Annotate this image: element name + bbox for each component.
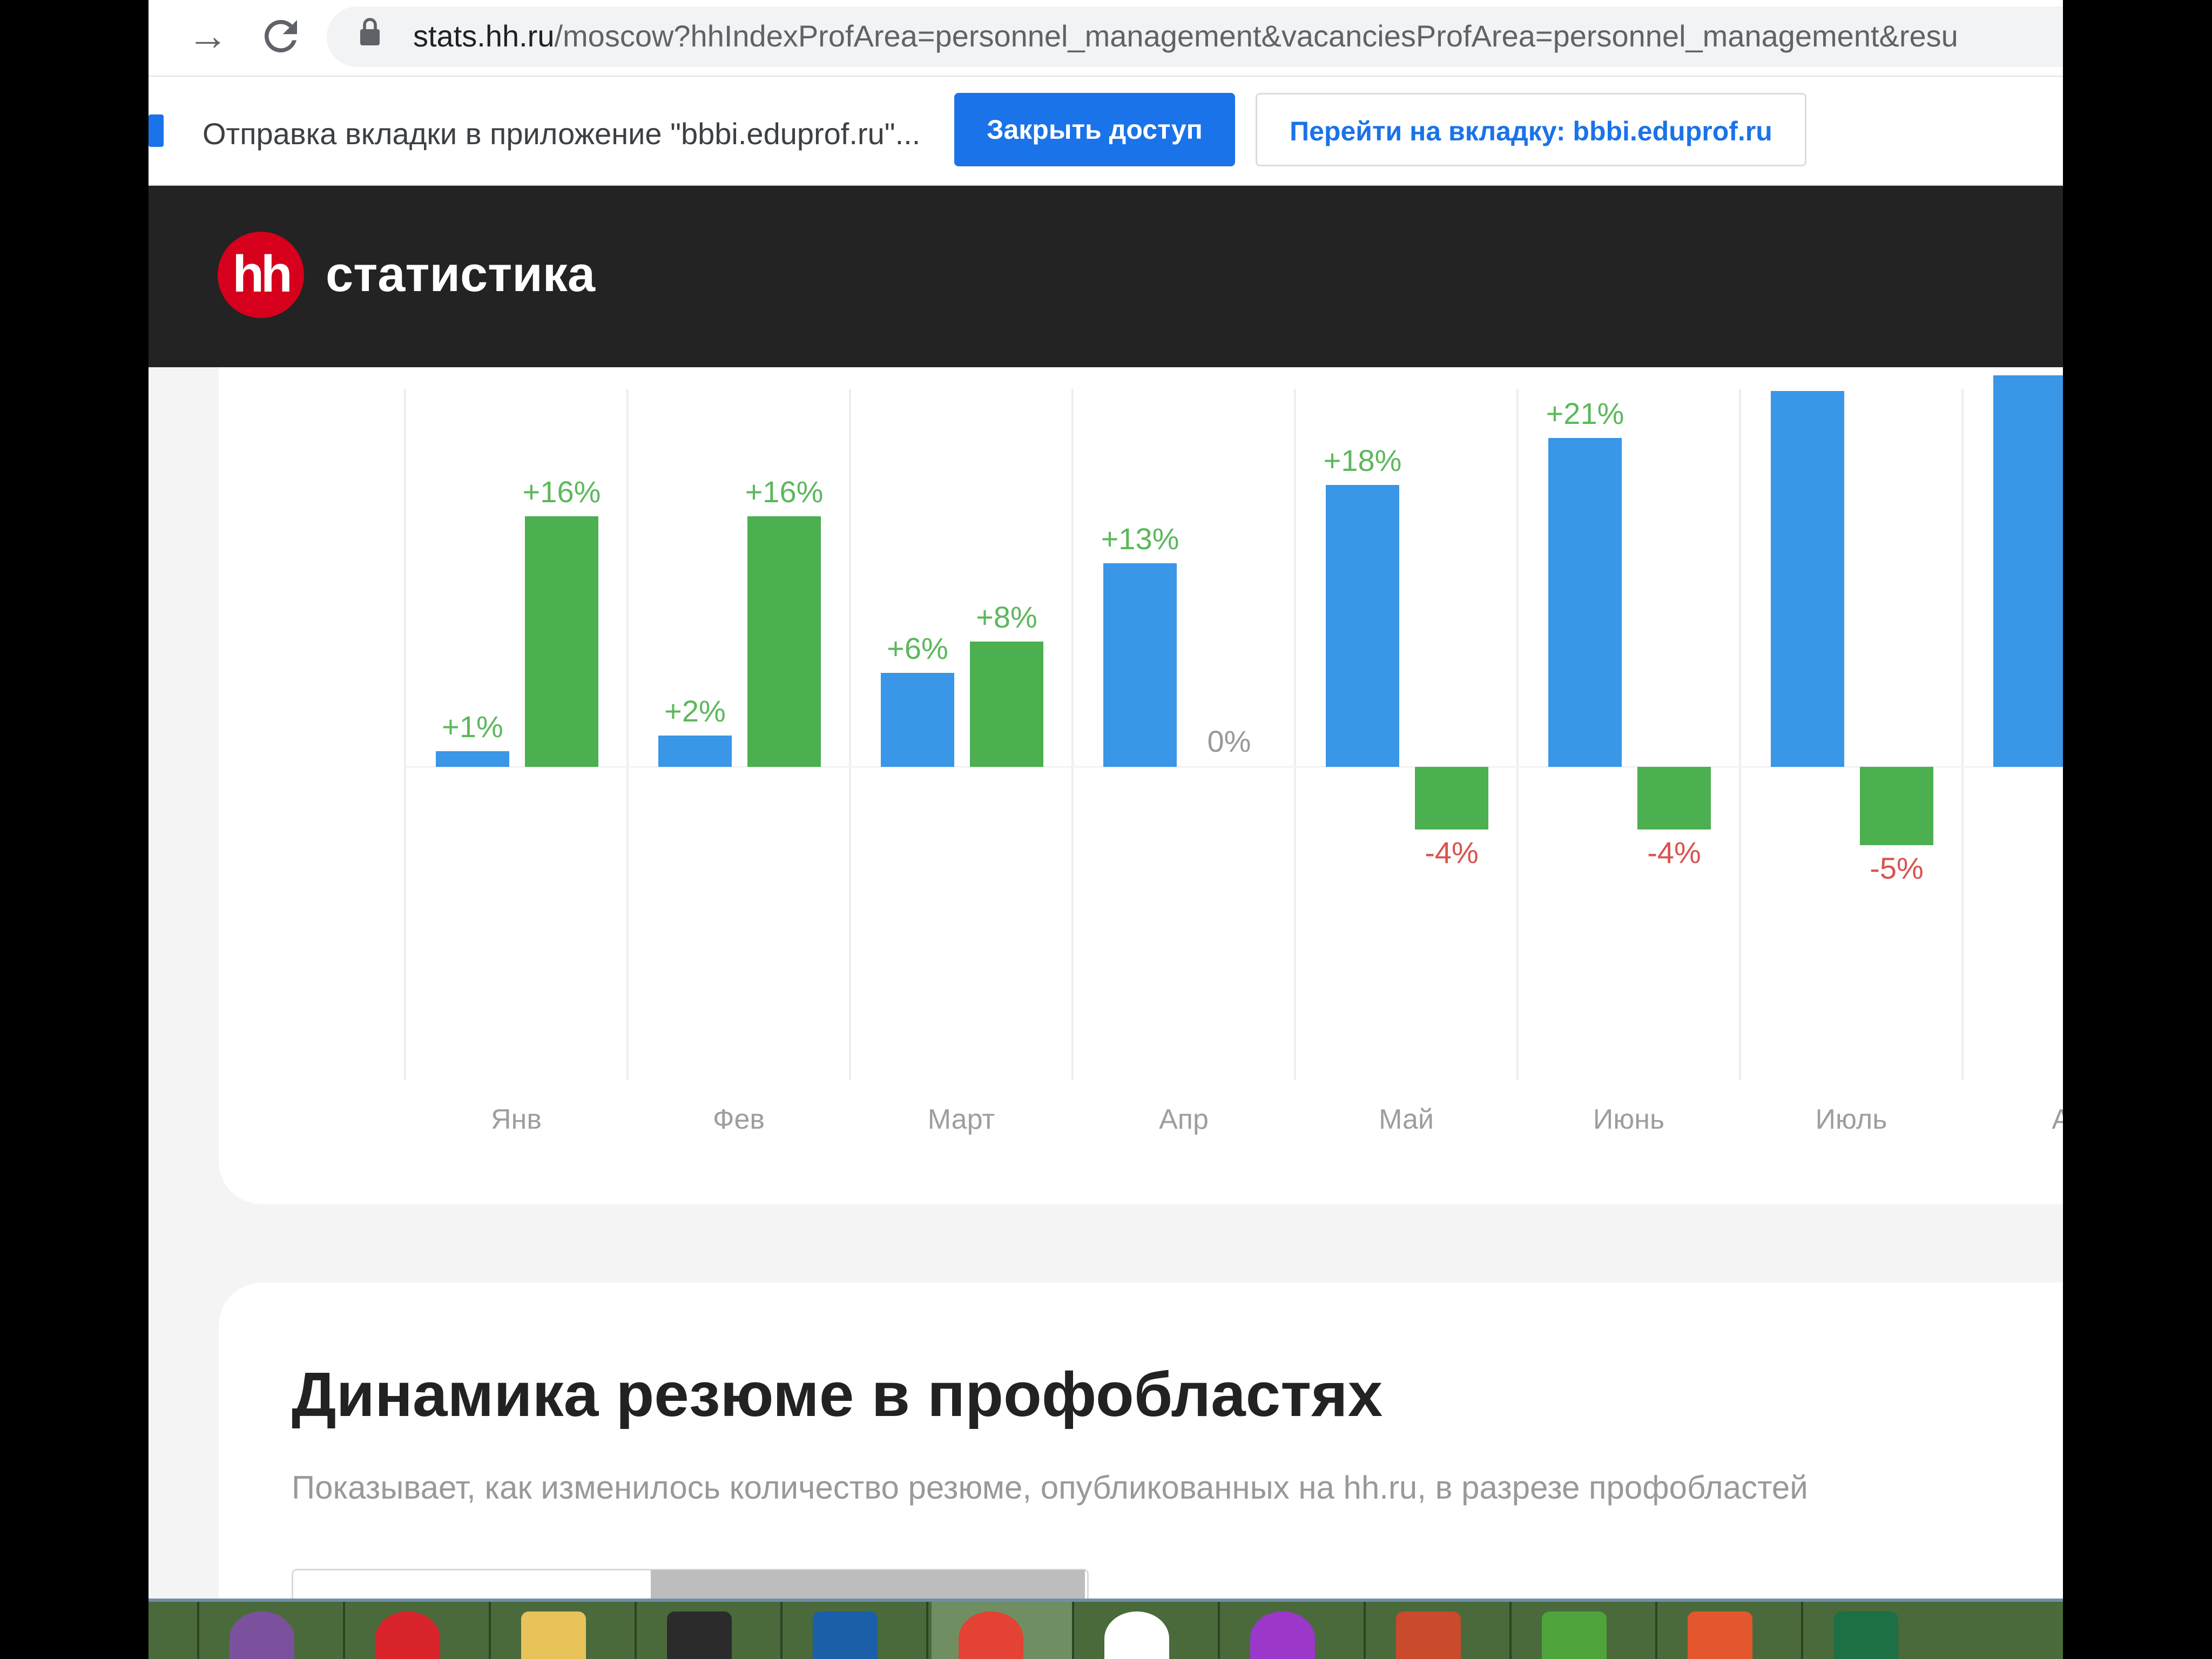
data-label: +16% xyxy=(745,475,824,509)
excel-icon[interactable] xyxy=(1833,1611,1898,1659)
bar xyxy=(1860,767,1933,845)
data-label: +18% xyxy=(1324,443,1402,477)
bar xyxy=(970,642,1043,767)
x-tick-label: Янв xyxy=(491,1104,542,1135)
x-tick-label: Май xyxy=(1379,1104,1434,1135)
x-tick-label: Фев xyxy=(713,1104,765,1135)
x-tick-label: Авг xyxy=(2052,1104,2063,1135)
reload-icon[interactable] xyxy=(257,12,305,60)
taskbar-separator xyxy=(489,1602,491,1659)
x-tick-label: Июль xyxy=(1816,1104,1887,1135)
data-label: 0% xyxy=(1208,724,1251,758)
bar xyxy=(881,673,954,767)
forward-arrow-icon[interactable]: → xyxy=(184,12,232,60)
data-label: +13% xyxy=(1101,522,1179,556)
powerpoint-icon[interactable] xyxy=(1396,1611,1461,1659)
taskbar-separator xyxy=(1801,1602,1803,1659)
screen-right-border xyxy=(2063,0,2212,1659)
bar xyxy=(1415,767,1488,830)
taskbar-separator xyxy=(1655,1602,1657,1659)
url-path: /moscow?hhIndexProfArea=personnel_manage… xyxy=(554,19,1958,53)
taskbar-separator xyxy=(635,1602,637,1659)
folder-icon[interactable] xyxy=(521,1611,586,1659)
data-label: +1% xyxy=(442,710,503,744)
taskbar-separator xyxy=(1364,1602,1366,1659)
infobar-message: Отправка вкладки в приложение "bbbi.edup… xyxy=(203,117,921,151)
orange-app-icon[interactable] xyxy=(1688,1611,1752,1659)
x-tick-label: Апр xyxy=(1159,1104,1209,1135)
bar xyxy=(658,736,732,767)
lock-icon[interactable] xyxy=(359,16,381,46)
data-label: +8% xyxy=(976,600,1037,634)
tab-sharing-infobar: Отправка вкладки в приложение "bbbi.edup… xyxy=(149,77,2063,186)
opera-icon[interactable] xyxy=(375,1611,440,1659)
data-label: +16% xyxy=(523,475,601,509)
bar xyxy=(1548,438,1622,767)
go-to-tab-button[interactable]: Перейти на вкладку: bbbi.eduprof.ru xyxy=(1256,93,1806,166)
section-subtitle: Показывает, как изменилось количество ре… xyxy=(292,1469,1808,1506)
x-tick-label: Июнь xyxy=(1593,1104,1664,1135)
hh-logo[interactable]: hh xyxy=(218,232,304,318)
data-label: -4% xyxy=(1425,835,1479,869)
data-label: -4% xyxy=(1647,835,1701,869)
browser-window: → stats.hh.ru/moscow?hhIndexProfArea=per… xyxy=(149,0,2063,1659)
reload-icon-svg xyxy=(264,19,297,52)
site-header: hh статистика xyxy=(149,186,2063,367)
share-icon xyxy=(149,114,164,147)
taskbar-separator xyxy=(926,1602,928,1659)
bar xyxy=(747,516,821,767)
url-host: stats.hh.ru xyxy=(413,19,555,53)
taskbar-separator xyxy=(197,1602,199,1659)
camera-icon[interactable] xyxy=(813,1611,878,1659)
close-access-button[interactable]: Закрыть доступ xyxy=(954,93,1235,166)
site-name[interactable]: статистика xyxy=(326,246,595,303)
purple-app-icon[interactable] xyxy=(1250,1611,1315,1659)
screen-left-border xyxy=(0,0,149,1659)
taskbar-separator xyxy=(343,1602,345,1659)
bar-chart: +1% +16% Янв +2% +16% Фев +6% +8% Март +13% 0% Апр +… xyxy=(404,375,2063,1135)
taskbar-separator xyxy=(780,1602,783,1659)
data-label: +2% xyxy=(664,694,726,728)
bar xyxy=(1771,391,1844,767)
data-label: +21% xyxy=(1546,396,1624,430)
green-app-icon[interactable] xyxy=(1542,1611,1607,1659)
taskbar-separator xyxy=(1509,1602,1512,1659)
x-tick-label: Март xyxy=(928,1104,995,1135)
data-label: -5% xyxy=(1870,851,1924,885)
data-label: +6% xyxy=(887,631,948,665)
windows-taskbar xyxy=(149,1599,2063,1659)
yandex-icon[interactable] xyxy=(1104,1611,1169,1659)
chart-card: +1% +16% Янв +2% +16% Фев +6% +8% Март +13% 0% Апр +… xyxy=(219,367,2063,1204)
bar xyxy=(1993,375,2063,767)
address-bar-area: → stats.hh.ru/moscow?hhIndexProfArea=per… xyxy=(149,0,2063,77)
bar xyxy=(1637,767,1711,830)
bar xyxy=(1103,563,1177,767)
viber-icon[interactable] xyxy=(230,1611,294,1659)
bar xyxy=(1326,485,1399,767)
taskbar-separator xyxy=(1218,1602,1220,1659)
bar xyxy=(525,516,598,767)
clock-icon[interactable] xyxy=(667,1611,732,1659)
section-title: Динамика резюме в профобластях xyxy=(292,1359,1383,1429)
taskbar-separator xyxy=(1072,1602,1074,1659)
bar xyxy=(436,751,509,767)
url-text[interactable]: stats.hh.ru/moscow?hhIndexProfArea=perso… xyxy=(413,18,1958,53)
